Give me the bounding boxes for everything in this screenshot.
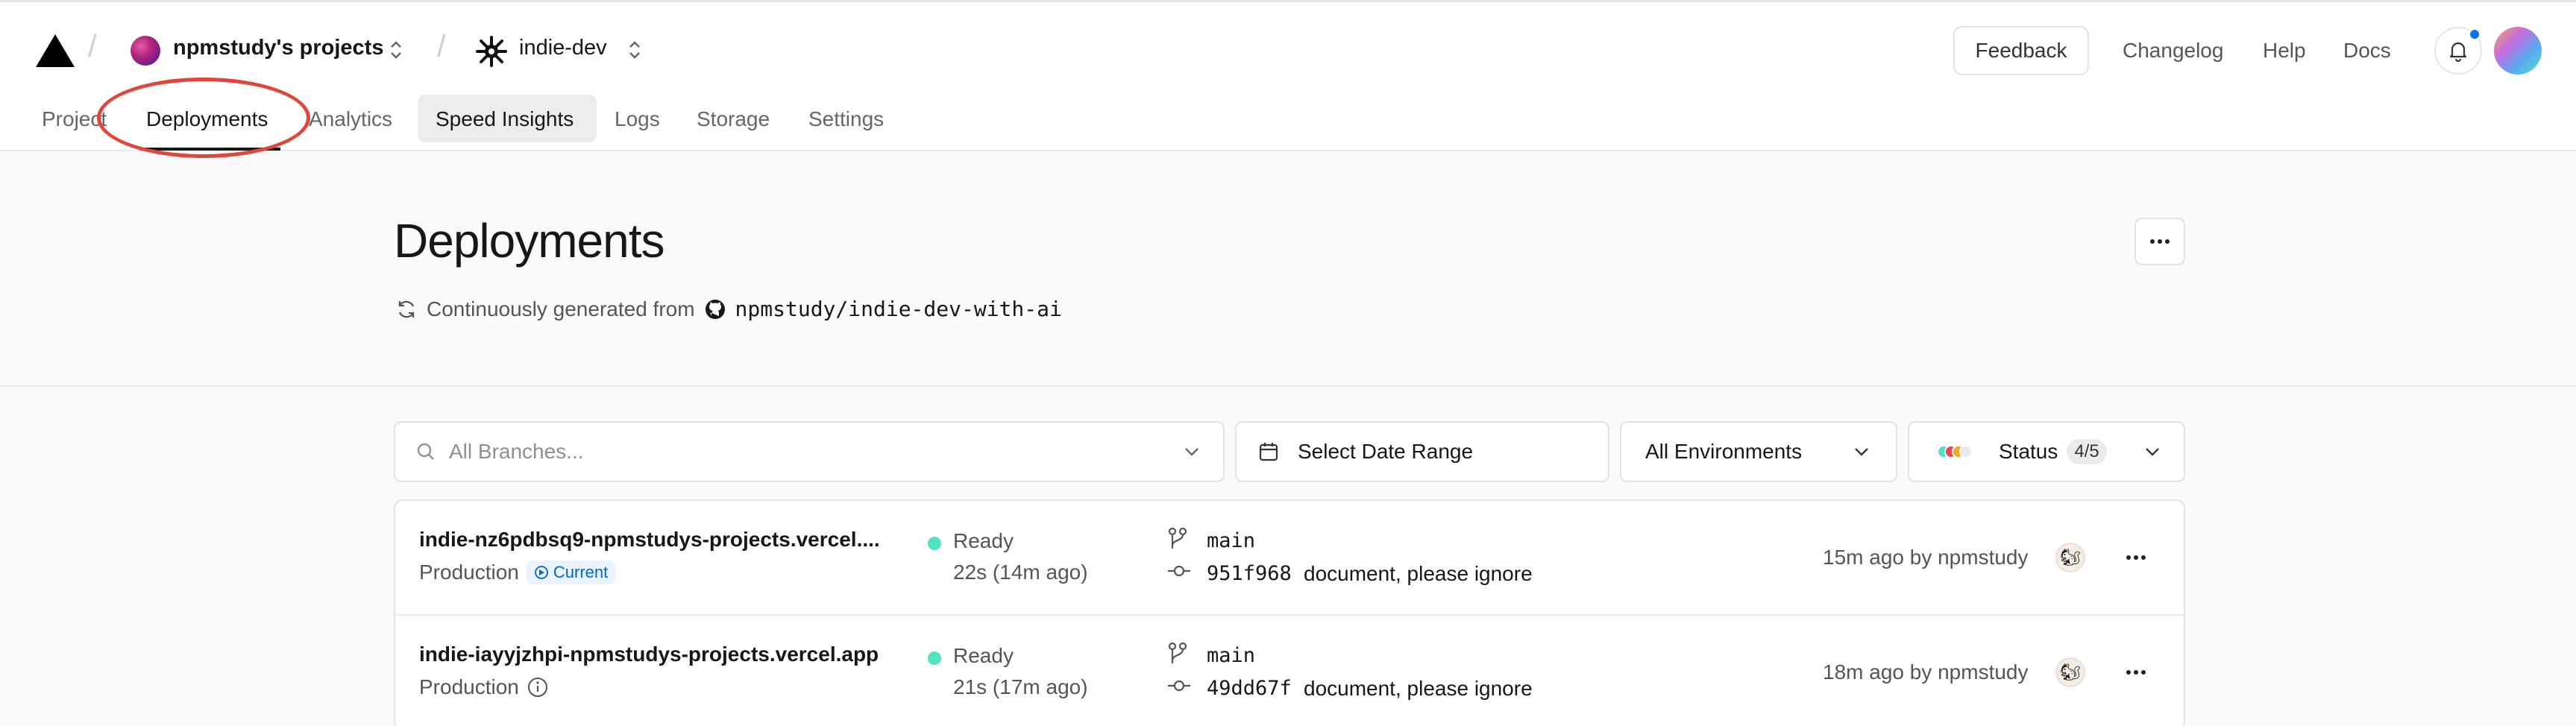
commit-message: document, please ignore	[1304, 562, 1533, 585]
vercel-logo-icon[interactable]	[36, 34, 75, 67]
repo-link[interactable]: npmstudy/indie-dev-with-ai	[735, 297, 1062, 321]
annotation-circle	[97, 78, 310, 158]
tab-storage[interactable]: Storage	[697, 107, 770, 131]
deployment-environment: Production Current	[419, 561, 616, 584]
branch-name[interactable]: main	[1207, 644, 1255, 667]
deployment-status: Ready	[953, 644, 1014, 667]
deployment-created: 18m ago by npmstudy	[1823, 660, 2029, 684]
tab-speed-insights[interactable]: Speed Insights	[436, 107, 574, 131]
deployment-url[interactable]: indie-iayyjzhpi-npmstudys-projects.verce…	[419, 643, 879, 666]
status-label: Status	[1999, 440, 2058, 463]
commit-hash[interactable]: 951f968	[1207, 562, 1292, 585]
branch-icon	[1166, 641, 1189, 670]
deployment-url[interactable]: indie-nz6pdbsq9-npmstudys-projects.verce…	[419, 528, 880, 552]
ready-status-dot	[928, 651, 941, 665]
source-label: Continuously generated from	[427, 297, 695, 321]
current-badge-label: Current	[553, 563, 609, 581]
commit-hash[interactable]: 49dd67f	[1207, 677, 1292, 700]
help-link[interactable]: Help	[2263, 39, 2306, 63]
tab-settings[interactable]: Settings	[808, 107, 884, 131]
deployment-row[interactable]: indie-nz6pdbsq9-npmstudys-projects.verce…	[395, 501, 2184, 614]
current-badge: Current	[526, 561, 616, 584]
environment-filter[interactable]: All Environments	[1620, 421, 1897, 482]
feedback-button[interactable]: Feedback	[1953, 26, 2089, 75]
ellipsis-icon	[2150, 239, 2170, 244]
date-range-filter[interactable]: Select Date Range	[1235, 421, 1609, 482]
breadcrumb-separator: /	[437, 28, 446, 63]
environment-text: Production	[419, 675, 519, 698]
source-line: Continuously generated from npmstudy/ind…	[395, 297, 1062, 321]
environment-text: Production	[419, 561, 519, 584]
author-avatar[interactable]: 🐿	[2055, 657, 2085, 687]
deployment-row[interactable]: indie-iayyjzhpi-npmstudys-projects.verce…	[395, 614, 2184, 726]
page-more-button[interactable]	[2134, 218, 2185, 265]
bell-icon	[2449, 42, 2467, 62]
commit-icon	[1166, 677, 1192, 698]
deployment-created: 15m ago by npmstudy	[1823, 546, 2029, 569]
deployment-duration: 21s (17m ago)	[953, 675, 1088, 698]
ellipsis-icon	[2126, 555, 2146, 560]
project-chevron-updown-icon[interactable]	[626, 39, 643, 64]
project-icon[interactable]	[474, 34, 509, 69]
changelog-link[interactable]: Changelog	[2123, 39, 2223, 63]
ready-status-dot	[928, 537, 941, 550]
branch-filter[interactable]: All Branches...	[394, 421, 1225, 482]
commit-message: document, please ignore	[1304, 677, 1533, 700]
chevron-down-icon	[1185, 448, 1199, 456]
page-title: Deployments	[394, 214, 665, 268]
commit-icon	[1166, 562, 1192, 584]
deployment-status: Ready	[953, 529, 1014, 552]
status-count-badge: 4/5	[2067, 439, 2107, 464]
docs-link[interactable]: Docs	[2343, 39, 2391, 63]
deployment-duration: 22s (14m ago)	[953, 561, 1088, 584]
calendar-icon	[1259, 443, 1278, 461]
team-switcher[interactable]: npmstudy's projects	[173, 36, 383, 60]
search-icon	[417, 443, 434, 460]
team-avatar[interactable]	[131, 36, 160, 66]
environment-label: All Environments	[1645, 440, 1803, 463]
user-avatar[interactable]	[2494, 27, 2542, 75]
refresh-icon	[398, 300, 415, 318]
chevron-down-icon	[1855, 448, 1868, 456]
github-icon	[705, 299, 725, 319]
tab-logs[interactable]: Logs	[615, 107, 660, 131]
breadcrumb-separator: /	[88, 28, 97, 63]
row-more-button[interactable]	[2115, 543, 2157, 572]
notification-dot	[2469, 28, 2481, 40]
branch-name[interactable]: main	[1207, 529, 1255, 552]
tab-analytics[interactable]: Analytics	[309, 107, 392, 131]
deployment-environment: Production	[419, 675, 549, 699]
team-chevron-updown-icon[interactable]	[388, 39, 404, 64]
row-more-button[interactable]	[2115, 657, 2157, 687]
ellipsis-icon	[2126, 670, 2146, 675]
current-icon	[534, 566, 548, 579]
date-range-label: Select Date Range	[1298, 440, 1474, 463]
status-filter[interactable]: Status 4/5	[1908, 421, 2185, 482]
author-avatar[interactable]: 🐿	[2055, 543, 2085, 572]
info-icon[interactable]	[527, 676, 549, 698]
status-dots-icon	[1937, 445, 1973, 458]
branch-search-input[interactable]: All Branches...	[449, 440, 584, 464]
chevron-down-icon	[2146, 448, 2159, 456]
deployments-list: indie-nz6pdbsq9-npmstudys-projects.verce…	[394, 499, 2185, 726]
project-switcher[interactable]: indie-dev	[519, 36, 607, 60]
branch-icon	[1166, 526, 1189, 555]
section-divider	[0, 385, 2576, 387]
